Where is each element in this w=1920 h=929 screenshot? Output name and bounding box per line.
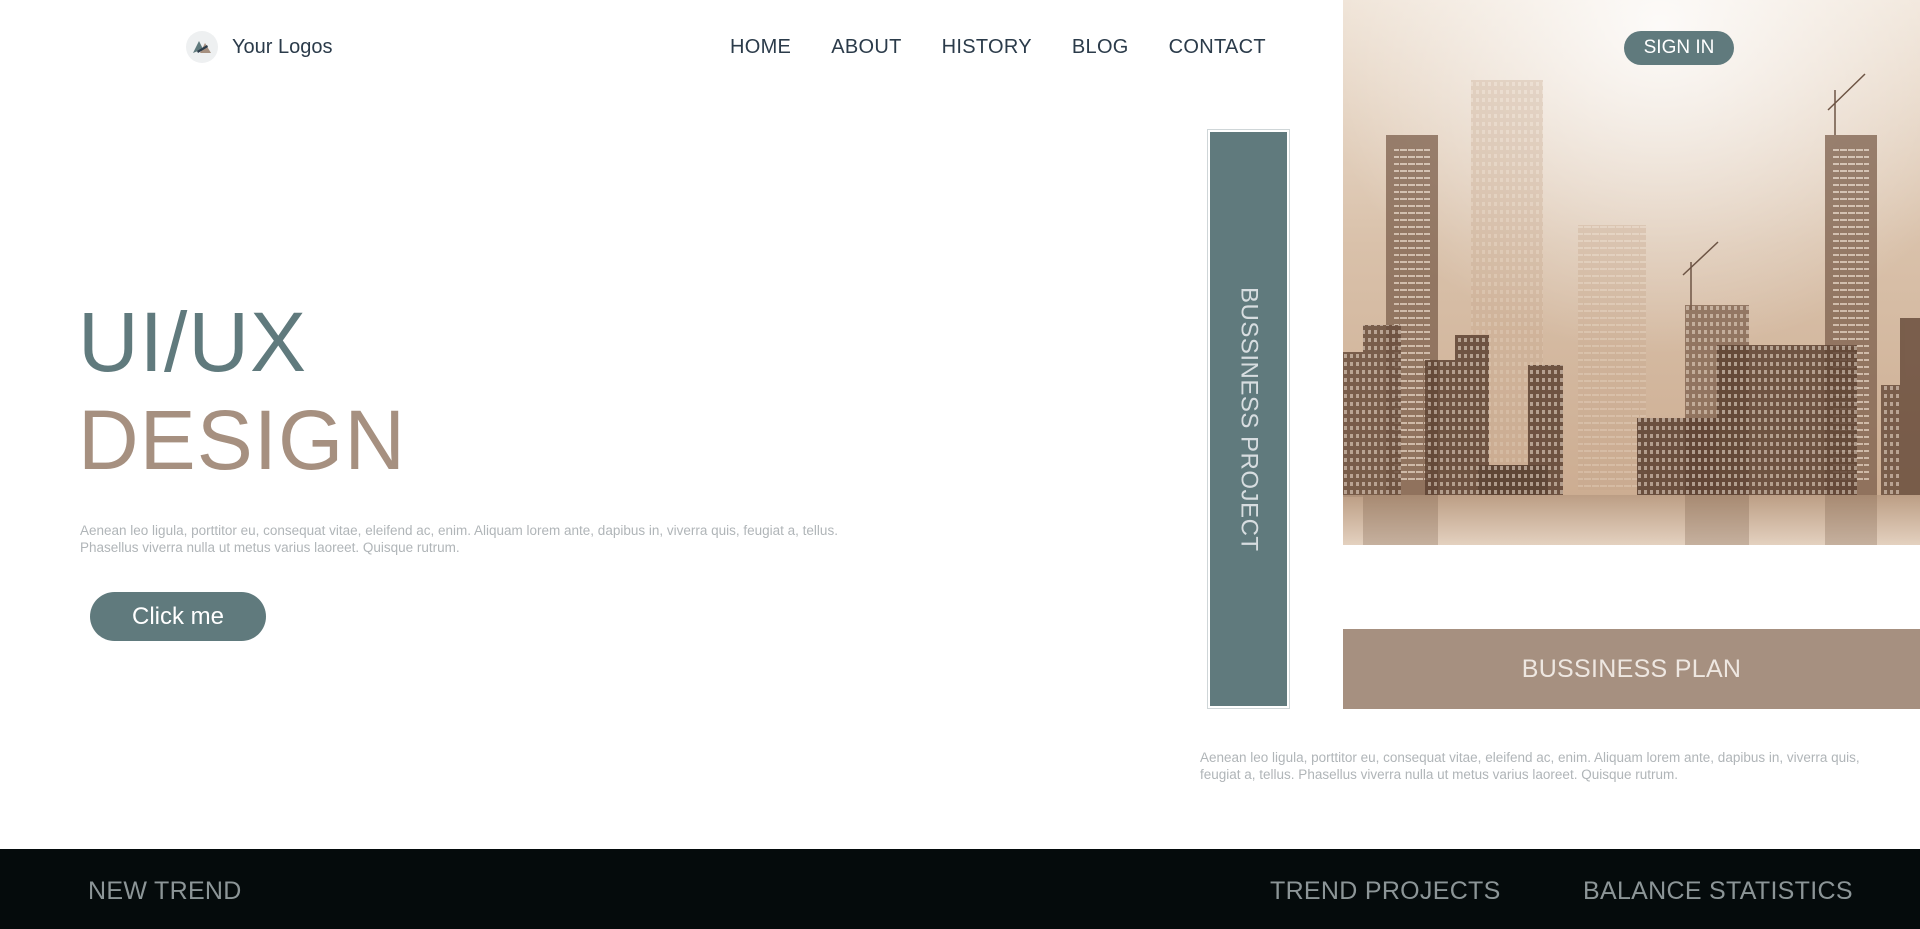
project-description: Aenean leo ligula, porttitor eu, consequ… <box>1200 750 1860 782</box>
footer-trend-projects[interactable]: TREND PROJECTS <box>1270 877 1501 906</box>
logo[interactable]: Your Logos <box>186 31 332 63</box>
city-skyline-image <box>1343 0 1920 545</box>
nav-history[interactable]: HISTORY <box>942 36 1032 59</box>
footer-new-trend[interactable]: NEW TREND <box>88 877 242 906</box>
footer: NEW TREND TREND PROJECTS BALANCE STATIST… <box>0 849 1920 929</box>
business-plan-label: BUSSINESS PLAN <box>1521 654 1742 683</box>
nav-contact[interactable]: CONTACT <box>1169 36 1266 59</box>
hero-title-line2: DESIGN <box>78 393 407 487</box>
business-project-label: BUSSINESS PROJECT <box>1235 286 1263 552</box>
nav-home[interactable]: HOME <box>730 36 791 59</box>
business-plan-bar[interactable]: BUSSINESS PLAN <box>1343 629 1920 709</box>
nav-about[interactable]: ABOUT <box>831 36 901 59</box>
nav-blog[interactable]: BLOG <box>1072 36 1129 59</box>
click-me-button[interactable]: Click me <box>90 592 266 641</box>
sign-in-button[interactable]: SIGN IN <box>1624 31 1734 65</box>
business-project-bar: BUSSINESS PROJECT <box>1207 129 1290 709</box>
footer-balance-statistics[interactable]: BALANCE STATISTICS <box>1583 877 1853 906</box>
hero-title-line1: UI/UX <box>78 295 308 389</box>
main-nav: HOME ABOUT HISTORY BLOG CONTACT <box>730 36 1266 59</box>
logo-text: Your Logos <box>232 35 333 58</box>
logo-icon <box>186 31 218 63</box>
hero-description: Aenean leo ligula, porttitor eu, consequ… <box>80 523 838 555</box>
